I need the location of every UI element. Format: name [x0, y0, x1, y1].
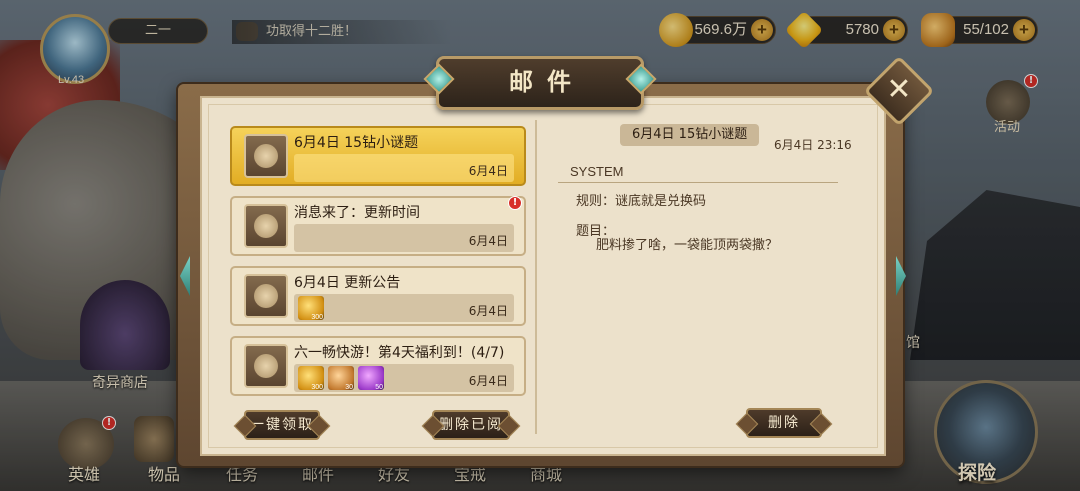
detail-date: 6月4日 23:16	[774, 138, 852, 152]
detail-divider	[558, 182, 838, 183]
claim-all-button[interactable]: 一键领取	[244, 410, 320, 440]
envelope-icon	[244, 134, 288, 178]
mail-item-date: 6月4日	[468, 374, 508, 388]
envelope-icon	[244, 344, 288, 388]
mail-item-title: 消息来了：更新时间	[294, 205, 420, 221]
mail-title: 邮件	[509, 68, 585, 96]
detail-title: 6月4日 15钻小谜题	[620, 124, 760, 146]
mail-item-title: 6月4日 更新公告	[294, 275, 401, 291]
pane-divider	[535, 120, 537, 434]
mail-list-item[interactable]: 6月4日 15钻小谜题 6月4日	[230, 126, 526, 186]
envelope-icon	[244, 204, 288, 248]
envelope-icon	[244, 274, 288, 318]
mail-list-item[interactable]: 六一畅快游！第4天福利到！(4/7) 300 30 50 6月4日	[230, 336, 526, 396]
potion-reward-icon[interactable]: 50	[358, 366, 384, 391]
reward-count: 300	[311, 384, 323, 391]
gem-reward-icon[interactable]: 300	[298, 366, 324, 391]
reward-count: 50	[375, 384, 383, 391]
mail-list-item[interactable]: 消息来了：更新时间 6月4日	[230, 196, 526, 256]
bone-reward-icon[interactable]: 30	[328, 366, 354, 391]
detail-body-line: 肥料掺了啥，一袋能顶两袋撒？	[596, 238, 779, 253]
unread-alert-icon: !	[508, 196, 522, 210]
detail-body-line: 规则：谜底就是兑换码	[576, 194, 707, 209]
mail-item-date: 6月4日	[468, 304, 508, 318]
detail-sender: SYSTEM	[570, 164, 624, 179]
gem-reward-icon[interactable]: 300	[298, 296, 324, 321]
delete-button[interactable]: 删除	[746, 408, 822, 438]
reward-count: 30	[345, 384, 353, 391]
mail-item-title: 六一畅快游！第4天福利到！(4/7)	[294, 345, 505, 361]
reward-count: 300	[311, 314, 323, 321]
mail-item-date: 6月4日	[468, 234, 508, 248]
delete-read-button[interactable]: 删除已阅	[432, 410, 510, 440]
mail-list-item[interactable]: 6月4日 更新公告 300 6月4日	[230, 266, 526, 326]
mail-item-date: 6月4日	[468, 164, 508, 178]
close-icon[interactable]: ✕	[874, 66, 924, 116]
mail-item-title: 6月4日 15钻小谜题	[294, 135, 419, 151]
